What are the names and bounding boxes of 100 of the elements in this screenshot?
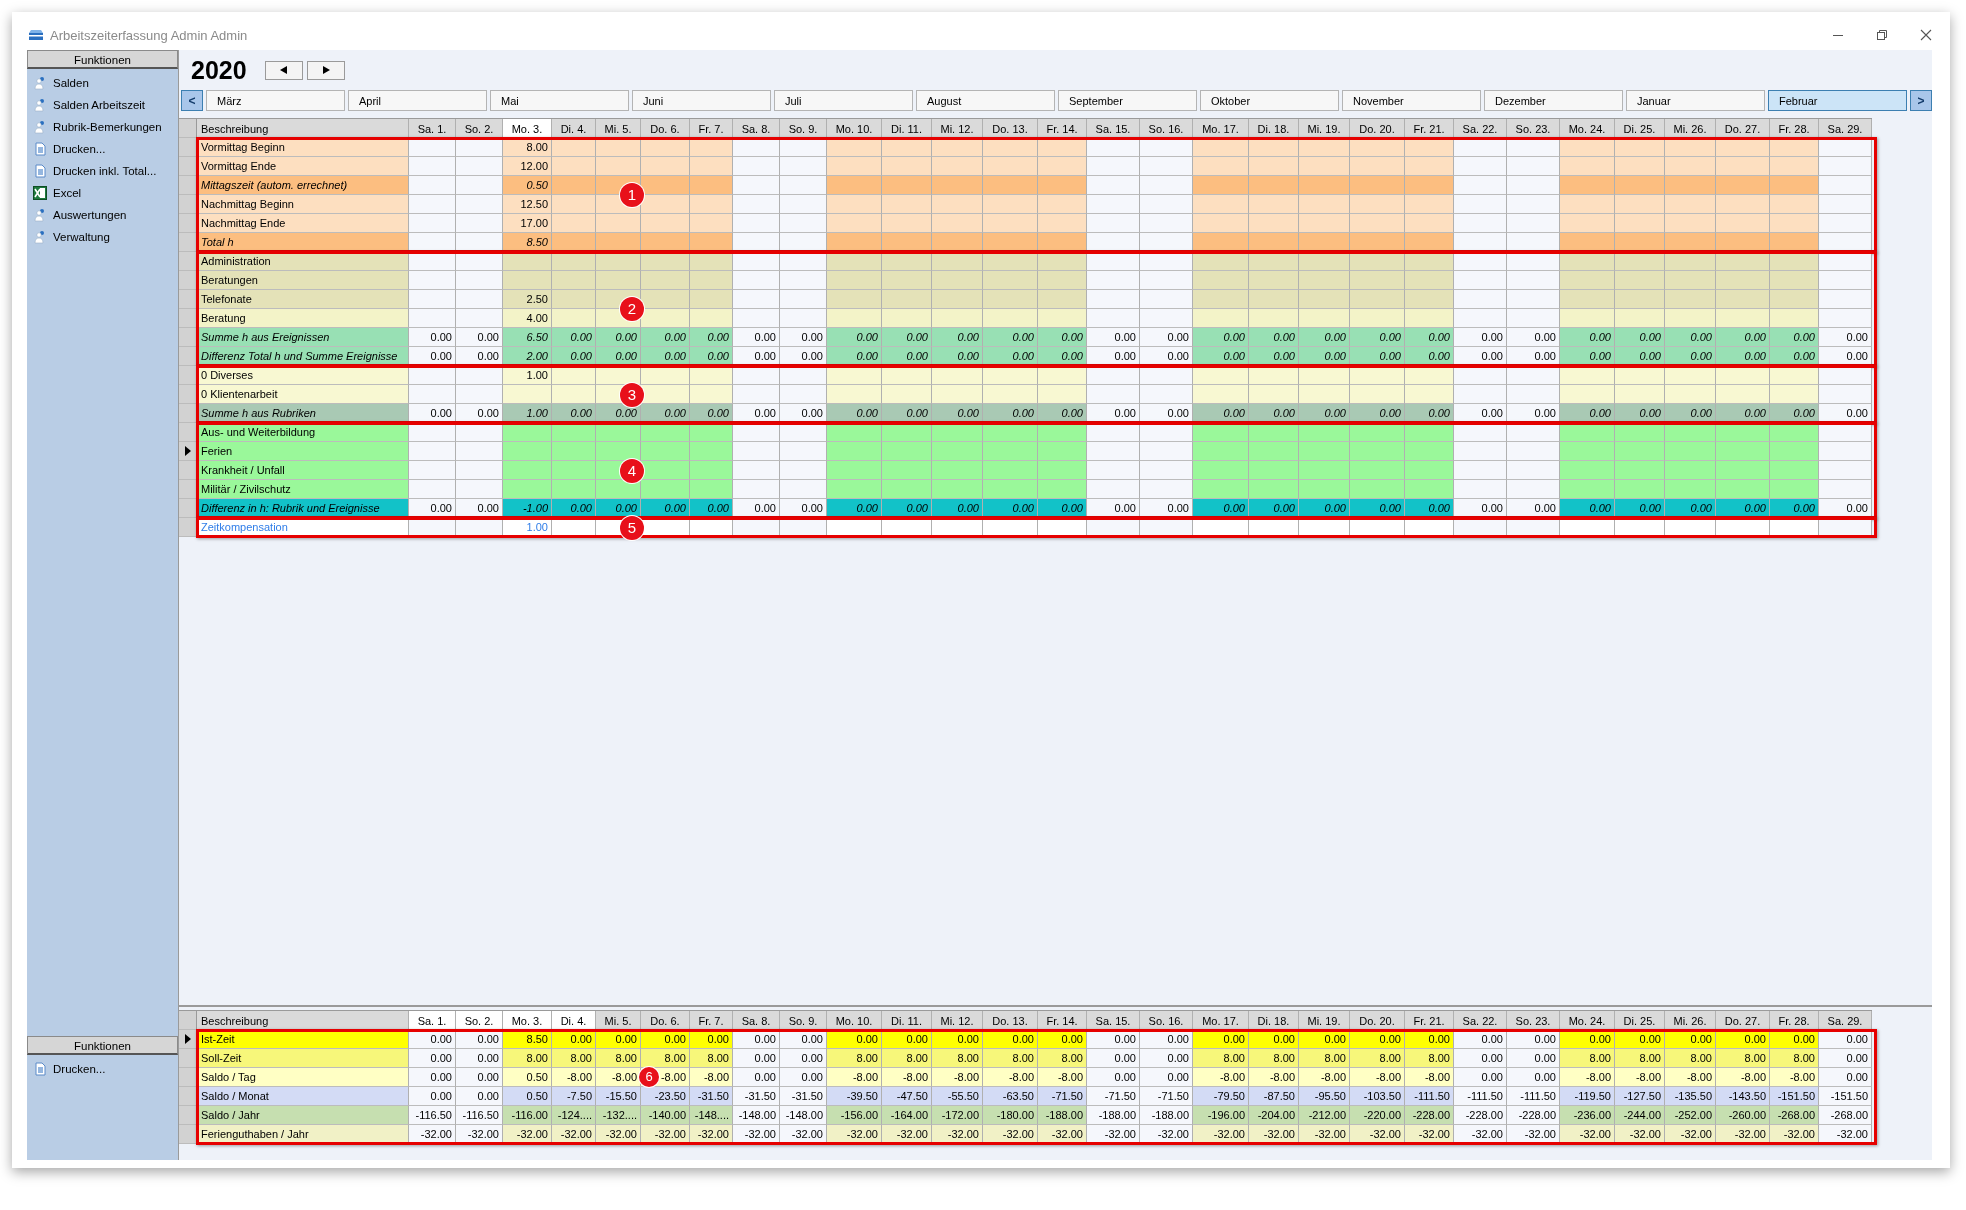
table-cell: -111.50 <box>1405 1087 1454 1106</box>
figure-icon <box>33 76 47 90</box>
row-label: Beratung <box>197 309 409 328</box>
month-tab[interactable]: August <box>916 90 1055 111</box>
sidebar-item-label[interactable]: Salden <box>53 77 89 89</box>
table-cell: 8.00 <box>1560 1049 1615 1068</box>
table-cell: 0.00 <box>1087 328 1140 347</box>
sidebar-item-label[interactable]: Excel <box>53 187 82 199</box>
spreadsheet-icon <box>33 186 47 200</box>
row-label: Militär / Zivilschutz <box>197 480 409 499</box>
sidebar-item[interactable]: Drucken... <box>27 138 178 160</box>
month-tab[interactable]: April <box>348 90 487 111</box>
table-cell: 8.00 <box>1716 1049 1770 1068</box>
row-label: Krankheit / Unfall <box>197 461 409 480</box>
table-cell: 8.00 <box>552 1049 596 1068</box>
month-tab[interactable]: Januar <box>1626 90 1765 111</box>
table-cell: 0.00 <box>1249 328 1299 347</box>
table-cell: -148.00 <box>780 1106 827 1125</box>
table-cell: 0.00 <box>1507 1068 1560 1087</box>
table-cell: -188.00 <box>1087 1106 1140 1125</box>
table-cell: -8.00 <box>1249 1068 1299 1087</box>
restore-icon[interactable] <box>1876 29 1888 41</box>
table-cell: -31.50 <box>780 1087 827 1106</box>
table-cell: -111.50 <box>1454 1087 1507 1106</box>
document-icon <box>33 1062 47 1076</box>
sidebar-item[interactable]: Drucken inkl. Total... <box>27 160 178 182</box>
number-badge: 5 <box>620 515 644 540</box>
table-cell: 0.50 <box>503 1068 552 1087</box>
table-cell: 8.00 <box>1405 1049 1454 1068</box>
next-month-button[interactable]: > <box>1910 90 1932 111</box>
table-cell: 8.00 <box>882 1049 932 1068</box>
table-cell: 0.00 <box>1716 328 1770 347</box>
table-cell: 0.00 <box>1819 1049 1872 1068</box>
sidebar-item-label[interactable]: Drucken... <box>53 143 106 155</box>
sidebar-item-label[interactable]: Auswertungen <box>53 209 127 221</box>
month-tab[interactable]: März <box>206 90 345 111</box>
table-cell: -268.00 <box>1770 1106 1819 1125</box>
month-tab[interactable]: Oktober <box>1200 90 1339 111</box>
month-tab[interactable]: Juli <box>774 90 913 111</box>
month-tab[interactable]: Februar <box>1768 90 1907 111</box>
sidebar-header: Funktionen <box>27 1036 178 1055</box>
table-cell: -140.00 <box>641 1106 690 1125</box>
table-cell: -124.... <box>552 1106 596 1125</box>
figure-icon <box>33 98 47 112</box>
month-tab[interactable]: November <box>1342 90 1481 111</box>
table-cell: 8.00 <box>1665 1049 1716 1068</box>
sidebar-item-label[interactable]: Verwaltung <box>53 231 110 243</box>
next-year-button[interactable] <box>306 60 345 80</box>
table-cell: 2.50 <box>503 290 552 309</box>
table-cell: -103.50 <box>1350 1087 1405 1106</box>
sidebar-item[interactable]: Auswertungen <box>27 204 178 226</box>
sidebar-item[interactable]: Salden Arbeitszeit <box>27 94 178 116</box>
table-cell: -228.00 <box>1507 1106 1560 1125</box>
table-cell: -8.00 <box>1038 1068 1087 1087</box>
table-cell: -8.00 <box>1405 1068 1454 1087</box>
month-tab[interactable]: Juni <box>632 90 771 111</box>
table-cell: 0.50 <box>503 1087 552 1106</box>
table-cell: 0.00 <box>1350 328 1405 347</box>
sidebar-item[interactable]: Rubrik-Bemerkungen <box>27 116 178 138</box>
sidebar-item[interactable]: Verwaltung <box>27 226 178 248</box>
table-cell: 0.00 <box>780 328 827 347</box>
previous-year-button[interactable] <box>264 60 303 80</box>
table-cell: 0.00 <box>827 328 882 347</box>
month-tab[interactable]: Mai <box>490 90 629 111</box>
table-cell: -204.00 <box>1249 1106 1299 1125</box>
table-cell: -8.00 <box>596 1068 641 1087</box>
year-label: 2020 <box>191 55 247 85</box>
month-tab[interactable]: Dezember <box>1484 90 1623 111</box>
number-badge: 2 <box>620 297 644 321</box>
sidebar-item[interactable]: Salden <box>27 72 178 94</box>
table-cell: 0.00 <box>456 1049 503 1068</box>
sidebar-item-label[interactable]: Drucken... <box>53 1063 106 1075</box>
table-cell: 0.00 <box>409 328 456 347</box>
sidebar-item-label[interactable]: Drucken inkl. Total... <box>53 165 157 177</box>
left-triangle-icon <box>279 66 288 74</box>
document-icon <box>33 164 47 178</box>
figure-icon <box>33 208 47 222</box>
row-header[interactable] <box>179 442 197 461</box>
close-icon[interactable] <box>1920 29 1932 41</box>
month-tab[interactable]: September <box>1058 90 1197 111</box>
sidebar-item[interactable]: Drucken... <box>27 1058 178 1080</box>
table-cell: -268.00 <box>1819 1106 1872 1125</box>
previous-month-button[interactable]: < <box>181 90 203 111</box>
row-label: Beratungen <box>197 271 409 290</box>
table-cell: -196.00 <box>1193 1106 1249 1125</box>
sidebar-item[interactable]: Excel <box>27 182 178 204</box>
table-cell: 8.00 <box>503 1049 552 1068</box>
row-header[interactable] <box>179 1030 197 1049</box>
table-cell: 0.00 <box>1454 1049 1507 1068</box>
sidebar-item-label[interactable]: Salden Arbeitszeit <box>53 99 146 111</box>
table-cell: 8.00 <box>641 1049 690 1068</box>
row-label: Soll-Zeit <box>197 1049 409 1068</box>
table-cell: -8.00 <box>827 1068 882 1087</box>
table-cell: 8.00 <box>596 1049 641 1068</box>
table-cell: -8.00 <box>882 1068 932 1087</box>
table-cell: -156.00 <box>827 1106 882 1125</box>
sidebar-item-label[interactable]: Rubrik-Bemerkungen <box>53 121 162 133</box>
window-title: Arbeitszeiterfassung Admin Admin <box>50 27 248 43</box>
table-cell: 0.00 <box>1140 328 1193 347</box>
current-row-icon <box>184 446 191 456</box>
